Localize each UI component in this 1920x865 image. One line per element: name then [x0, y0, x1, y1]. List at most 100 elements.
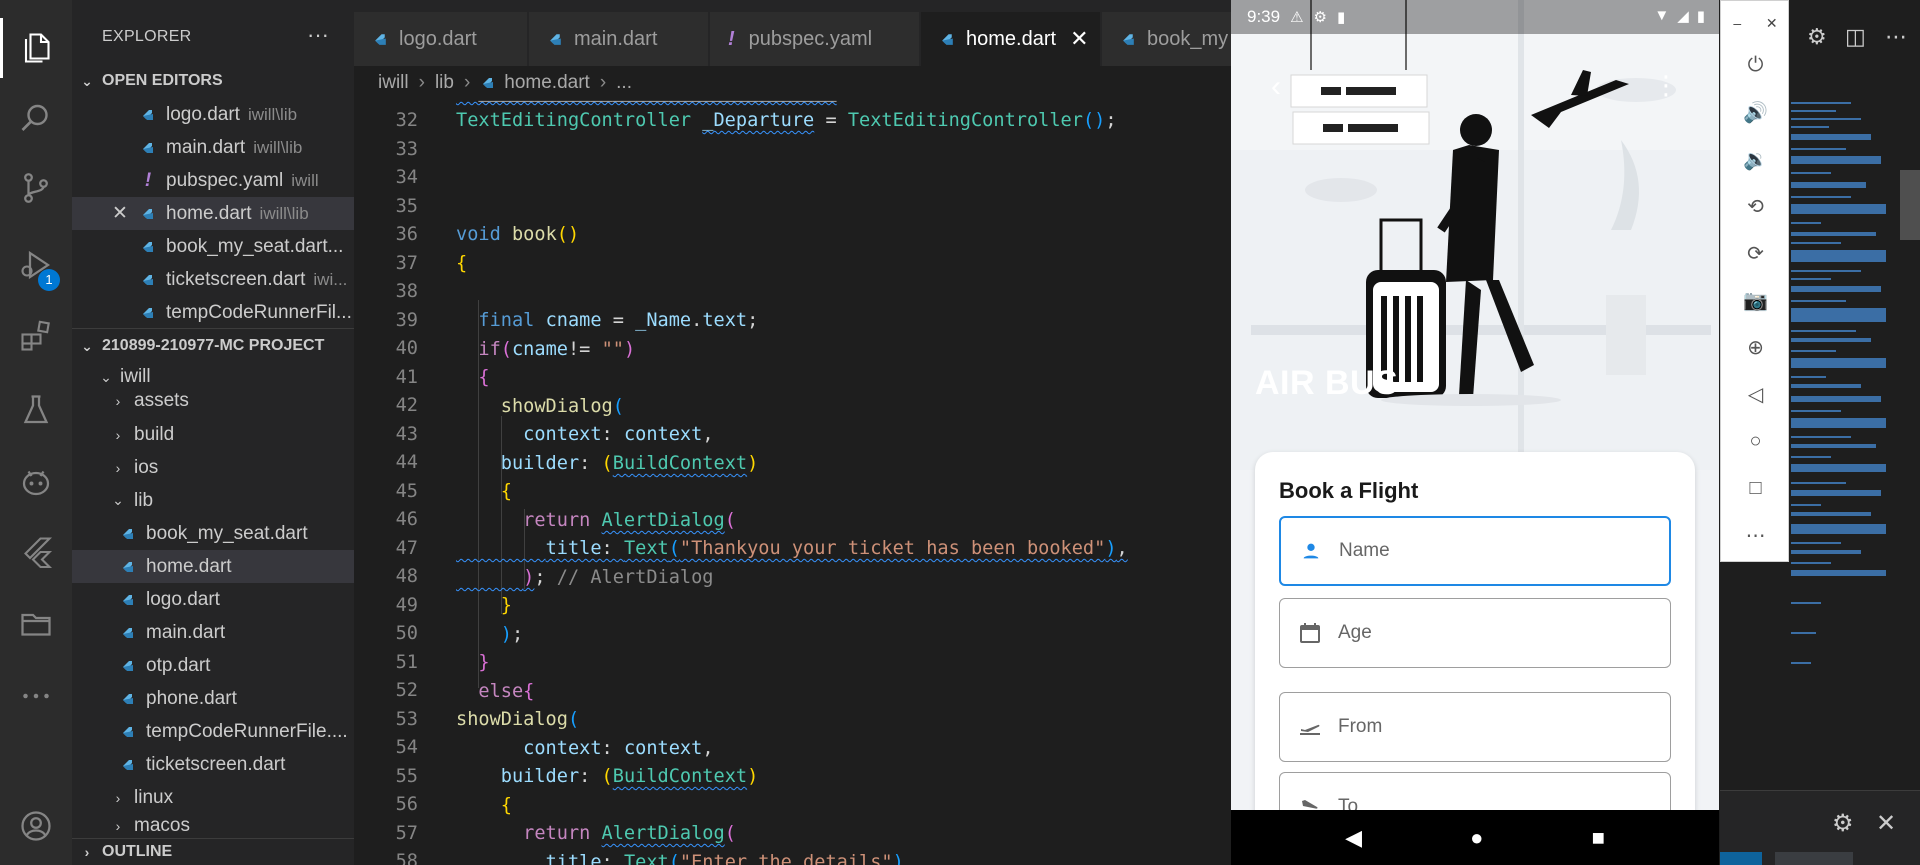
tree-file[interactable]: ticketscreen.dart	[72, 748, 354, 781]
search-icon[interactable]	[0, 88, 72, 148]
open-editors-header[interactable]: ⌄ OPEN EDITORS	[72, 66, 354, 96]
open-editor-item[interactable]: ! pubspec.yaml iwill	[72, 164, 354, 197]
more-icon[interactable]: ⋯	[1885, 24, 1907, 50]
form-title: Book a Flight	[1279, 478, 1419, 503]
open-editor-path: iwill\lib	[259, 203, 309, 223]
tab-book-my-seat[interactable]: book_my	[1102, 12, 1231, 66]
from-input[interactable]	[1338, 716, 1638, 738]
tree-folder[interactable]: › macos	[72, 814, 354, 838]
split-editor-icon[interactable]: ◫	[1845, 24, 1866, 50]
open-editor-item[interactable]: main.dart iwill\lib	[72, 131, 354, 164]
debug-icon[interactable]: ⚙	[1807, 24, 1827, 50]
minimize-icon[interactable]: –	[1733, 15, 1741, 32]
home-icon[interactable]: ○	[1721, 421, 1790, 461]
code-editor[interactable]: 32 33 34 35 36 37 38 39 40 41 42 43 44 45 46 47 48 49 50 51…	[354, 100, 1231, 865]
tab-label: book_my	[1147, 27, 1229, 50]
project-label: 210899-210977-MC PROJECT	[102, 337, 325, 354]
tree-file-active[interactable]: home.dart	[72, 550, 354, 583]
age-field[interactable]	[1279, 598, 1671, 668]
close-icon[interactable]: ✕	[112, 202, 128, 225]
line-number: 52	[395, 680, 418, 701]
breadcrumb-item[interactable]: home.dart	[504, 72, 590, 94]
power-icon[interactable]: ⏻	[1721, 45, 1790, 85]
android-nav-bar: ◀ ● ■	[1231, 810, 1719, 865]
android-icon[interactable]	[0, 452, 72, 512]
chevron-right-icon: ›	[115, 393, 121, 409]
status-bar: 9:39 ⚠ ⚙ ▮ ▼ ◢ ▮	[1231, 0, 1719, 34]
chevron-right-icon: ›	[115, 818, 121, 834]
nav-home-icon[interactable]: ●	[1470, 825, 1483, 851]
overview-icon[interactable]: □	[1721, 468, 1790, 508]
project-header[interactable]: ⌄ 210899-210977-MC PROJECT	[72, 331, 354, 361]
open-editor-item-active[interactable]: ✕ home.dart iwill\lib	[72, 197, 354, 230]
breadcrumb-item[interactable]: ...	[616, 72, 632, 94]
nav-recents-icon[interactable]: ■	[1592, 825, 1605, 851]
from-field[interactable]	[1279, 692, 1671, 762]
minimap[interactable]	[1789, 92, 1901, 752]
flutter-icon[interactable]	[0, 522, 72, 582]
panel-button[interactable]	[1775, 852, 1853, 865]
folder-icon[interactable]	[0, 594, 72, 654]
chevron-right-icon: ›	[115, 426, 121, 443]
tab-close-icon[interactable]: ✕	[1070, 26, 1088, 52]
age-input[interactable]	[1338, 622, 1638, 644]
tree-folder-name: ios	[134, 456, 159, 478]
more-icon[interactable]	[0, 666, 72, 726]
open-editor-item[interactable]: tempCodeRunnerFil...	[72, 296, 354, 329]
to-field[interactable]	[1279, 772, 1671, 810]
more-icon[interactable]: ⋯	[1721, 515, 1790, 555]
open-editor-item[interactable]: ticketscreen.dart iwi...	[72, 263, 354, 296]
tab-main-dart[interactable]: main.dart	[529, 12, 709, 66]
account-icon[interactable]	[0, 796, 72, 856]
open-editor-item[interactable]: book_my_seat.dart...	[72, 230, 354, 263]
close-icon[interactable]: ✕	[1876, 809, 1896, 838]
tree-file[interactable]: otp.dart	[72, 649, 354, 682]
line-number: 44	[395, 452, 418, 473]
tree-file[interactable]: book_my_seat.dart	[72, 517, 354, 550]
extensions-icon[interactable]	[0, 306, 72, 366]
rotate-left-icon[interactable]: ⟲	[1721, 186, 1790, 226]
rotate-right-icon[interactable]: ⟳	[1721, 233, 1790, 273]
tree-file[interactable]: phone.dart	[72, 682, 354, 715]
outline-header[interactable]: › OUTLINE	[72, 838, 354, 865]
line-number: 48	[395, 566, 418, 587]
breadcrumb-item[interactable]: lib	[435, 72, 454, 94]
testing-icon[interactable]	[0, 380, 72, 440]
dart-file-icon	[123, 726, 133, 737]
more-vert-icon[interactable]: ⋮	[1653, 70, 1679, 101]
back-icon[interactable]: ◁	[1721, 374, 1790, 414]
tab-pubspec-yaml[interactable]: ! pubspec.yaml	[710, 12, 920, 66]
open-editor-name: book_my_seat.dart...	[166, 235, 344, 257]
tree-folder[interactable]: › build	[72, 418, 354, 451]
nav-back-icon[interactable]: ◀	[1345, 825, 1362, 851]
explorer-icon[interactable]	[0, 18, 72, 78]
breadcrumb-item[interactable]: iwill	[378, 72, 409, 94]
explorer-more-button[interactable]: ···	[307, 22, 329, 48]
name-input[interactable]	[1339, 540, 1639, 562]
tree-folder[interactable]: › ios	[72, 451, 354, 484]
scrollbar-thumb[interactable]	[1900, 170, 1920, 240]
volume-down-icon[interactable]: 🔉	[1721, 139, 1790, 179]
open-editor-item[interactable]: logo.dart iwill\lib	[72, 98, 354, 131]
tree-folder-name: iwill	[120, 366, 151, 387]
zoom-icon[interactable]: ⊕	[1721, 327, 1790, 367]
tree-folder[interactable]: › assets	[72, 386, 354, 416]
to-input[interactable]	[1338, 796, 1638, 810]
tree-folder[interactable]: ⌄ lib	[72, 484, 354, 517]
tab-home-dart[interactable]: home.dart ✕	[921, 12, 1101, 66]
tree-file[interactable]: logo.dart	[72, 583, 354, 616]
panel-button[interactable]	[1720, 852, 1762, 865]
tab-label: main.dart	[574, 27, 658, 50]
source-control-icon[interactable]	[0, 158, 72, 218]
camera-icon[interactable]: 📷	[1721, 280, 1790, 320]
name-field[interactable]	[1279, 516, 1671, 586]
tree-file[interactable]: tempCodeRunnerFile....	[72, 715, 354, 748]
tree-file[interactable]: main.dart	[72, 616, 354, 649]
tab-logo-dart[interactable]: logo.dart	[354, 12, 528, 66]
run-debug-icon[interactable]: 1	[0, 235, 72, 295]
gear-icon[interactable]: ⚙	[1832, 809, 1854, 838]
close-icon[interactable]: ✕	[1766, 15, 1778, 32]
back-arrow-icon[interactable]: ‹	[1271, 70, 1281, 104]
tree-folder[interactable]: › linux	[72, 781, 354, 814]
volume-up-icon[interactable]: 🔊	[1721, 92, 1790, 132]
